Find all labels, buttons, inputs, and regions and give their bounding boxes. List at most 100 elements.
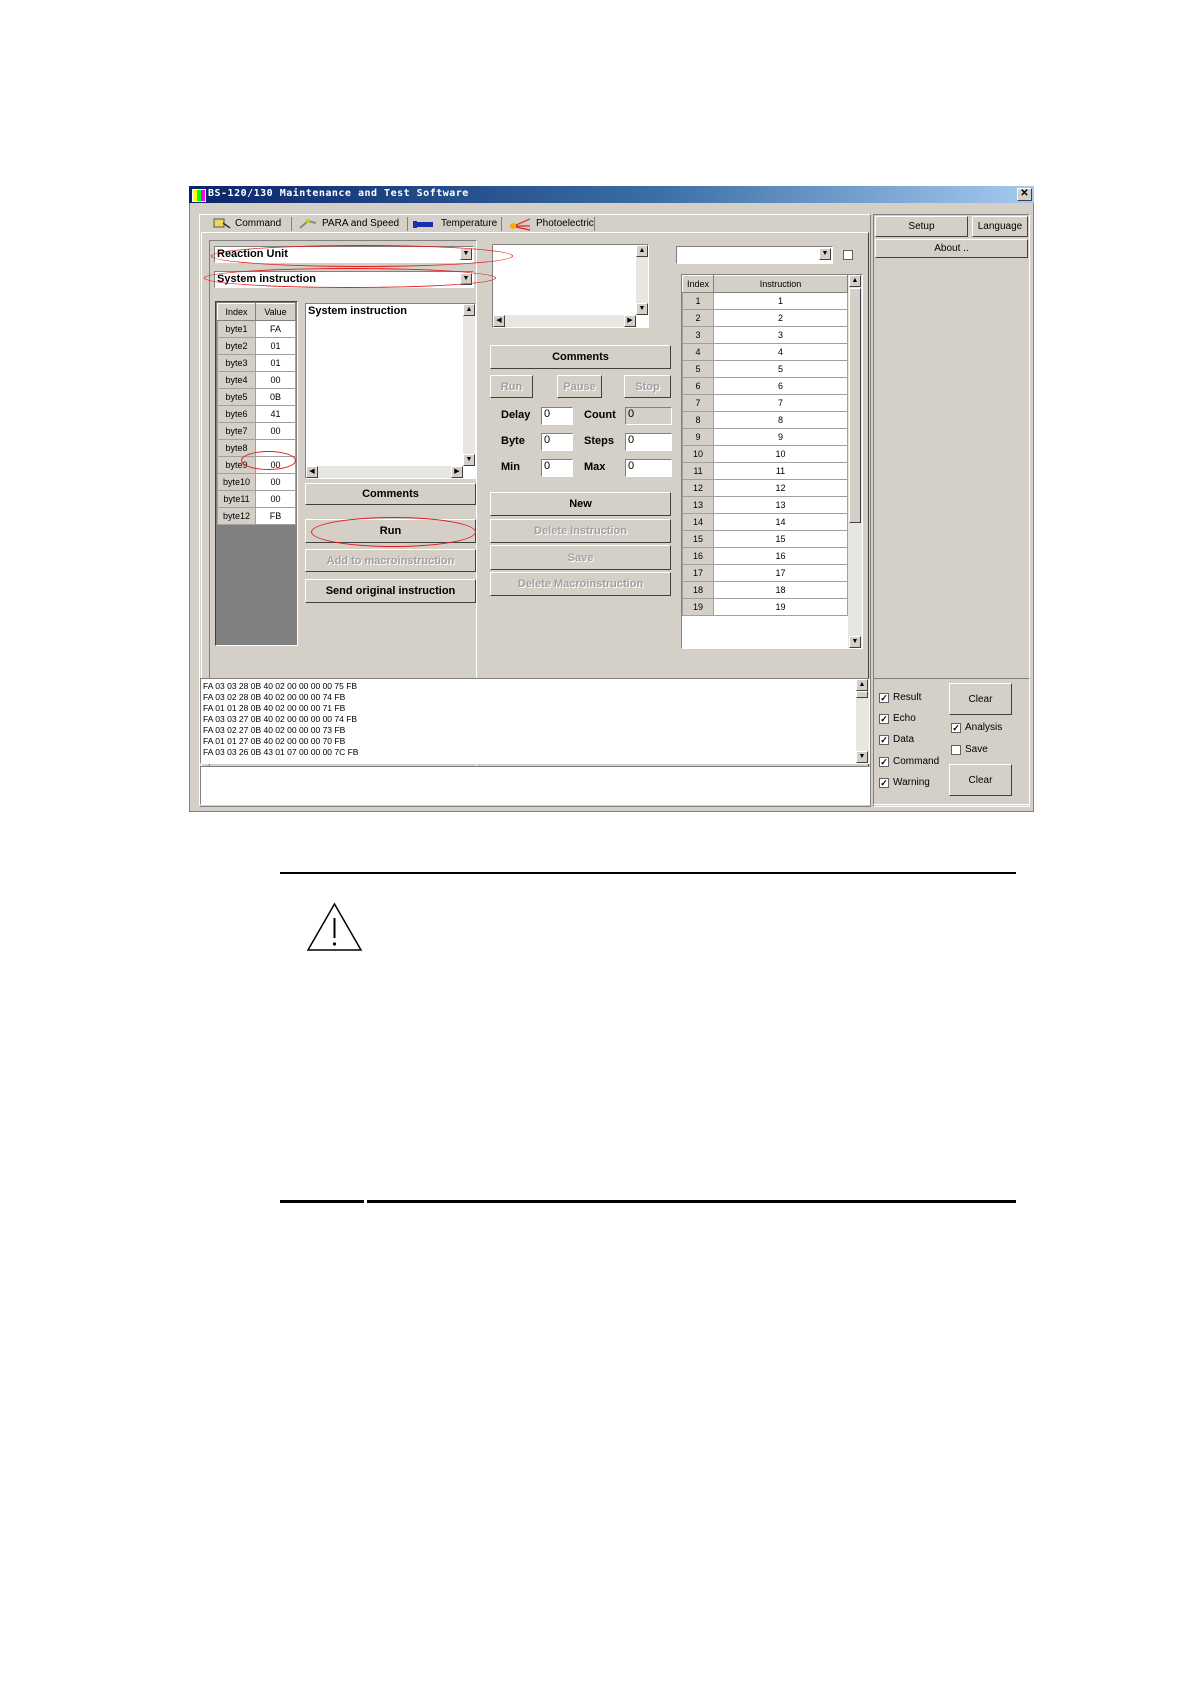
- table-row[interactable]: byte9 00: [217, 456, 296, 474]
- byte-index-cell[interactable]: byte5: [217, 388, 256, 406]
- clear-input-button[interactable]: Clear: [949, 764, 1012, 796]
- byte-index-cell[interactable]: byte11: [217, 490, 256, 508]
- description-memo[interactable]: System instruction ▲ ▼ ◀ ▶: [305, 303, 476, 479]
- instruction-cell[interactable]: 6: [713, 377, 848, 395]
- send-original-button[interactable]: Send original instruction: [305, 579, 476, 603]
- instruction-index-cell[interactable]: 13: [682, 496, 714, 514]
- macro-memo[interactable]: ▲ ▼ ◀ ▶: [492, 244, 649, 328]
- byte-value-cell[interactable]: 0B: [255, 388, 296, 406]
- table-row[interactable]: 17 17: [682, 564, 848, 582]
- macro-pause-button[interactable]: Pause: [557, 375, 602, 398]
- table-row[interactable]: 12 12: [682, 479, 848, 497]
- byte-index-cell[interactable]: byte2: [217, 337, 256, 355]
- table-row[interactable]: 88: [682, 411, 848, 429]
- max-input[interactable]: 0: [625, 459, 672, 477]
- table-row[interactable]: 22: [682, 309, 848, 327]
- table-row[interactable]: byte6 41: [217, 405, 296, 423]
- table-row[interactable]: byte12 FB: [217, 507, 296, 525]
- table-row[interactable]: byte1 FA: [217, 320, 296, 338]
- byte-index-cell[interactable]: byte7: [217, 422, 256, 440]
- instruction-cell[interactable]: 8: [713, 411, 848, 429]
- checkbox-box[interactable]: ✓: [879, 734, 889, 745]
- byte-value-cell[interactable]: FB: [255, 507, 296, 525]
- scroll-down-icon[interactable]: ▼: [636, 303, 648, 315]
- horizontal-scrollbar[interactable]: ◀ ▶: [306, 466, 463, 478]
- scroll-down-icon[interactable]: ▼: [849, 636, 861, 648]
- table-row[interactable]: 55: [682, 360, 848, 378]
- macro-select-checkbox[interactable]: [843, 250, 853, 260]
- clear-log-button[interactable]: Clear: [949, 683, 1012, 715]
- instruction-cell[interactable]: 15: [713, 530, 848, 548]
- table-row[interactable]: byte8 00: [217, 439, 296, 457]
- checkbox-box[interactable]: ✓: [879, 756, 889, 767]
- instruction-index-cell[interactable]: 9: [682, 428, 714, 446]
- instruction-cell[interactable]: 10: [713, 445, 848, 463]
- instruction-cell[interactable]: 14: [713, 513, 848, 531]
- vertical-scrollbar[interactable]: ▲ ▼: [636, 245, 648, 315]
- byte-index-cell[interactable]: byte10: [217, 473, 256, 491]
- instruction-cell[interactable]: 2: [713, 309, 848, 327]
- macro-select[interactable]: ▼: [676, 246, 833, 264]
- scroll-thumb[interactable]: [849, 288, 861, 523]
- unit-select[interactable]: Reaction Unit ▼: [214, 246, 474, 263]
- instruction-cell[interactable]: 3: [713, 326, 848, 344]
- new-macro-button[interactable]: New: [490, 492, 671, 516]
- instruction-index-cell[interactable]: 6: [682, 377, 714, 395]
- table-row[interactable]: 15 15: [682, 530, 848, 548]
- echo-checkbox[interactable]: ✓ Echo: [879, 713, 916, 724]
- instruction-select[interactable]: System instruction ▼: [214, 271, 474, 288]
- instruction-cell[interactable]: 17: [713, 564, 848, 582]
- byte-value-cell[interactable]: 01: [255, 337, 296, 355]
- log-output[interactable]: FA 03 03 28 0B 40 02 00 00 00 00 75 FB FA…: [200, 678, 870, 764]
- command-input[interactable]: [200, 766, 870, 805]
- data-checkbox[interactable]: ✓ Data: [879, 734, 914, 745]
- checkbox-box[interactable]: ✓: [879, 777, 889, 788]
- chevron-down-icon[interactable]: ▼: [460, 248, 472, 260]
- vertical-scrollbar[interactable]: ▲ ▼: [848, 275, 862, 648]
- instruction-index-cell[interactable]: 3: [682, 326, 714, 344]
- byte-index-cell[interactable]: byte4: [217, 371, 256, 389]
- warning-checkbox[interactable]: ✓ Warning: [879, 777, 930, 788]
- table-row[interactable]: 14 14: [682, 513, 848, 531]
- count-input[interactable]: 0: [625, 407, 672, 425]
- macro-run-button[interactable]: Run: [490, 375, 533, 398]
- delete-instruction-button[interactable]: Delete Instruction: [490, 519, 671, 543]
- chevron-down-icon[interactable]: ▼: [460, 273, 472, 285]
- steps-input[interactable]: 0: [625, 433, 672, 451]
- table-row[interactable]: 10 10: [682, 445, 848, 463]
- byte-input[interactable]: 0: [541, 433, 573, 451]
- byte-index-cell[interactable]: byte6: [217, 405, 256, 423]
- instruction-cell[interactable]: 12: [713, 479, 848, 497]
- horizontal-scrollbar[interactable]: ◀ ▶: [493, 315, 636, 327]
- chevron-down-icon[interactable]: ▼: [819, 248, 831, 260]
- table-row[interactable]: byte11 00: [217, 490, 296, 508]
- scroll-up-icon[interactable]: ▲: [636, 245, 648, 257]
- table-row[interactable]: byte7 00: [217, 422, 296, 440]
- run-command-button[interactable]: Run: [305, 519, 476, 543]
- instruction-index-cell[interactable]: 17: [682, 564, 714, 582]
- instruction-index-cell[interactable]: 16: [682, 547, 714, 565]
- instruction-index-cell[interactable]: 7: [682, 394, 714, 412]
- scroll-left-icon[interactable]: ◀: [306, 466, 318, 478]
- command-checkbox[interactable]: ✓ Command: [879, 756, 939, 767]
- byte-value-cell[interactable]: 00: [255, 439, 296, 457]
- instruction-index-cell[interactable]: 14: [682, 513, 714, 531]
- instruction-index-cell[interactable]: 10: [682, 445, 714, 463]
- tab-temperature[interactable]: Temperature: [413, 215, 497, 232]
- instruction-cell[interactable]: 1: [713, 292, 848, 310]
- delete-macro-button[interactable]: Delete Macroinstruction: [490, 572, 671, 596]
- table-row[interactable]: 77: [682, 394, 848, 412]
- byte-value-cell[interactable]: 00: [255, 473, 296, 491]
- instruction-index-cell[interactable]: 11: [682, 462, 714, 480]
- byte-value-cell[interactable]: 00: [255, 490, 296, 508]
- add-to-macro-button[interactable]: Add to macroinstruction: [305, 549, 476, 572]
- instruction-index-cell[interactable]: 5: [682, 360, 714, 378]
- macro-stop-button[interactable]: Stop: [624, 375, 671, 398]
- title-bar[interactable]: BS-120/130 Maintenance and Test Software…: [189, 186, 1034, 203]
- byte-index-cell[interactable]: byte12: [217, 507, 256, 525]
- instruction-index-cell[interactable]: 1: [682, 292, 714, 310]
- byte-index-cell[interactable]: byte3: [217, 354, 256, 372]
- save-macro-button[interactable]: Save: [490, 545, 671, 570]
- table-row[interactable]: byte4 00: [217, 371, 296, 389]
- table-row[interactable]: 99: [682, 428, 848, 446]
